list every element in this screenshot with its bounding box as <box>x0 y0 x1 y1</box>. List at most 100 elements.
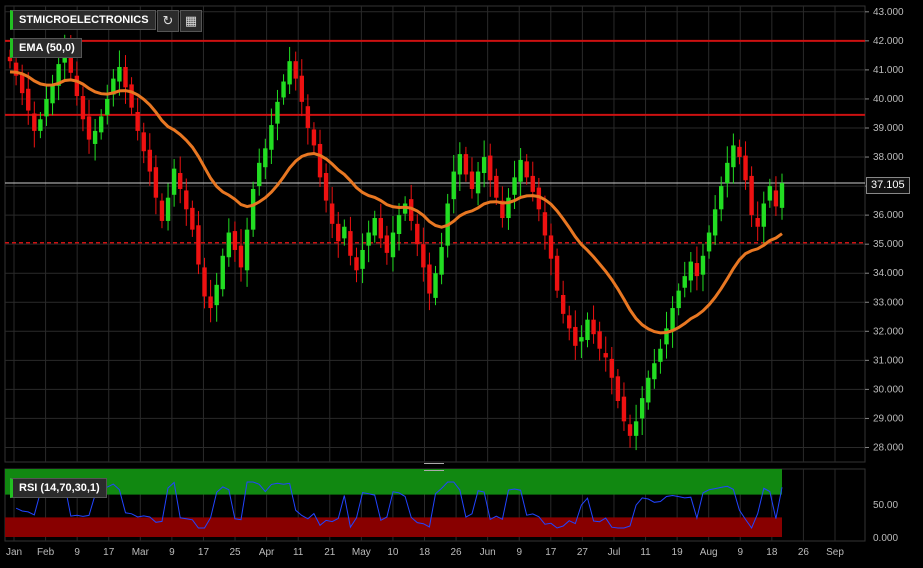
x-tick-label: 26 <box>451 547 463 558</box>
x-tick-label: 17 <box>103 547 115 558</box>
x-tick-label: 18 <box>766 547 778 558</box>
candle-body <box>719 186 724 210</box>
candle-body <box>123 66 128 88</box>
x-tick-label: Mar <box>132 547 150 558</box>
candle-body <box>579 337 584 342</box>
y-tick-label: 40.000 <box>873 94 904 105</box>
candle-body <box>700 255 706 275</box>
candle-body <box>725 162 730 184</box>
rsi-tick-label: 0.000 <box>873 533 898 544</box>
candle-body <box>92 130 98 144</box>
symbol-label[interactable]: STMICROELECTRONICS <box>10 10 156 30</box>
y-tick-label: 34.000 <box>873 268 904 279</box>
candle-body <box>184 190 189 210</box>
candle-body <box>171 168 177 195</box>
candle-body <box>439 247 444 275</box>
x-tick-label: 25 <box>229 547 241 558</box>
candle-body <box>737 146 742 158</box>
candle-body <box>44 98 49 117</box>
candle-body <box>329 203 335 224</box>
x-tick-label: 17 <box>545 547 557 558</box>
candle-body <box>682 276 687 288</box>
candle-body <box>281 81 286 98</box>
x-tick-label: Apr <box>259 547 275 558</box>
candle-body <box>451 171 456 200</box>
candle-body <box>226 232 232 258</box>
candle-body <box>773 190 779 207</box>
candle-body <box>26 88 31 111</box>
candle-body <box>19 74 25 94</box>
candle-body <box>560 294 566 314</box>
candle-body <box>275 101 280 124</box>
x-tick-label: 21 <box>324 547 336 558</box>
candle-body <box>542 212 548 236</box>
x-tick-label: 9 <box>74 547 80 558</box>
candle-body <box>494 175 499 198</box>
x-tick-label: 26 <box>798 547 810 558</box>
candle-body <box>232 231 238 250</box>
pane-resize-handle[interactable] <box>424 463 444 471</box>
candle-body <box>38 119 43 131</box>
candle-body <box>147 149 153 172</box>
rsi-label[interactable]: RSI (14,70,30,1) <box>10 478 107 498</box>
candle-body <box>646 377 651 403</box>
candle-body <box>250 188 256 230</box>
candle-body <box>50 84 55 104</box>
candle-body <box>165 197 171 221</box>
candle-body <box>530 175 535 192</box>
x-tick-label: Jul <box>608 547 621 558</box>
candle-body <box>688 261 694 281</box>
candle-body <box>202 267 207 297</box>
candle-body <box>415 223 420 245</box>
rsi-tick-label: 50.00 <box>873 500 898 511</box>
candle-body <box>767 186 773 201</box>
candle-body <box>475 171 481 194</box>
x-tick-label: Jan <box>6 547 22 558</box>
candle-body <box>469 171 475 189</box>
candle-body <box>609 358 614 378</box>
candle-body <box>293 61 298 79</box>
candle-body <box>269 125 274 150</box>
candle-body <box>135 112 140 131</box>
candle-body <box>208 296 213 309</box>
y-tick-label: 32.000 <box>873 326 904 337</box>
refresh-icon[interactable]: ↻ <box>157 10 179 32</box>
candle-body <box>421 244 426 268</box>
candle-body <box>779 183 785 208</box>
rsi-overbought-band <box>5 469 782 495</box>
x-tick-label: 11 <box>640 547 651 558</box>
candle-body <box>238 245 244 268</box>
x-tick-label: Feb <box>37 547 55 558</box>
candle-body <box>639 398 645 419</box>
y-tick-label: 33.000 <box>873 297 904 308</box>
candle-body <box>372 218 377 236</box>
candle-body <box>98 116 104 133</box>
candle-body <box>512 177 517 195</box>
ema-label[interactable]: EMA (50,0) <box>10 38 82 58</box>
x-tick-label: 9 <box>169 547 175 558</box>
candle-body <box>196 225 201 265</box>
candle-body <box>141 132 146 152</box>
candle-body <box>567 315 572 329</box>
y-tick-label: 31.000 <box>873 355 904 366</box>
candle-body <box>263 148 268 168</box>
rsi-oversold-band <box>5 517 782 537</box>
candle-body <box>244 229 250 271</box>
candle-body <box>117 66 122 82</box>
candle-body <box>694 263 700 277</box>
candle-body <box>323 173 329 201</box>
calendar-icon[interactable]: ▦ <box>180 10 202 32</box>
x-tick-label: Sep <box>826 547 844 558</box>
candle-body <box>761 203 766 227</box>
candle-body <box>658 348 663 362</box>
y-tick-label: 42.000 <box>873 36 904 47</box>
candle-body <box>378 218 384 239</box>
candle-body <box>305 106 311 128</box>
candle-body <box>74 75 80 97</box>
y-tick-label: 41.000 <box>873 65 904 76</box>
candle-body <box>287 61 292 85</box>
x-tick-label: 27 <box>577 547 589 558</box>
candle-body <box>597 331 602 349</box>
y-tick-label: 35.000 <box>873 239 904 250</box>
x-tick-label: 9 <box>516 547 522 558</box>
